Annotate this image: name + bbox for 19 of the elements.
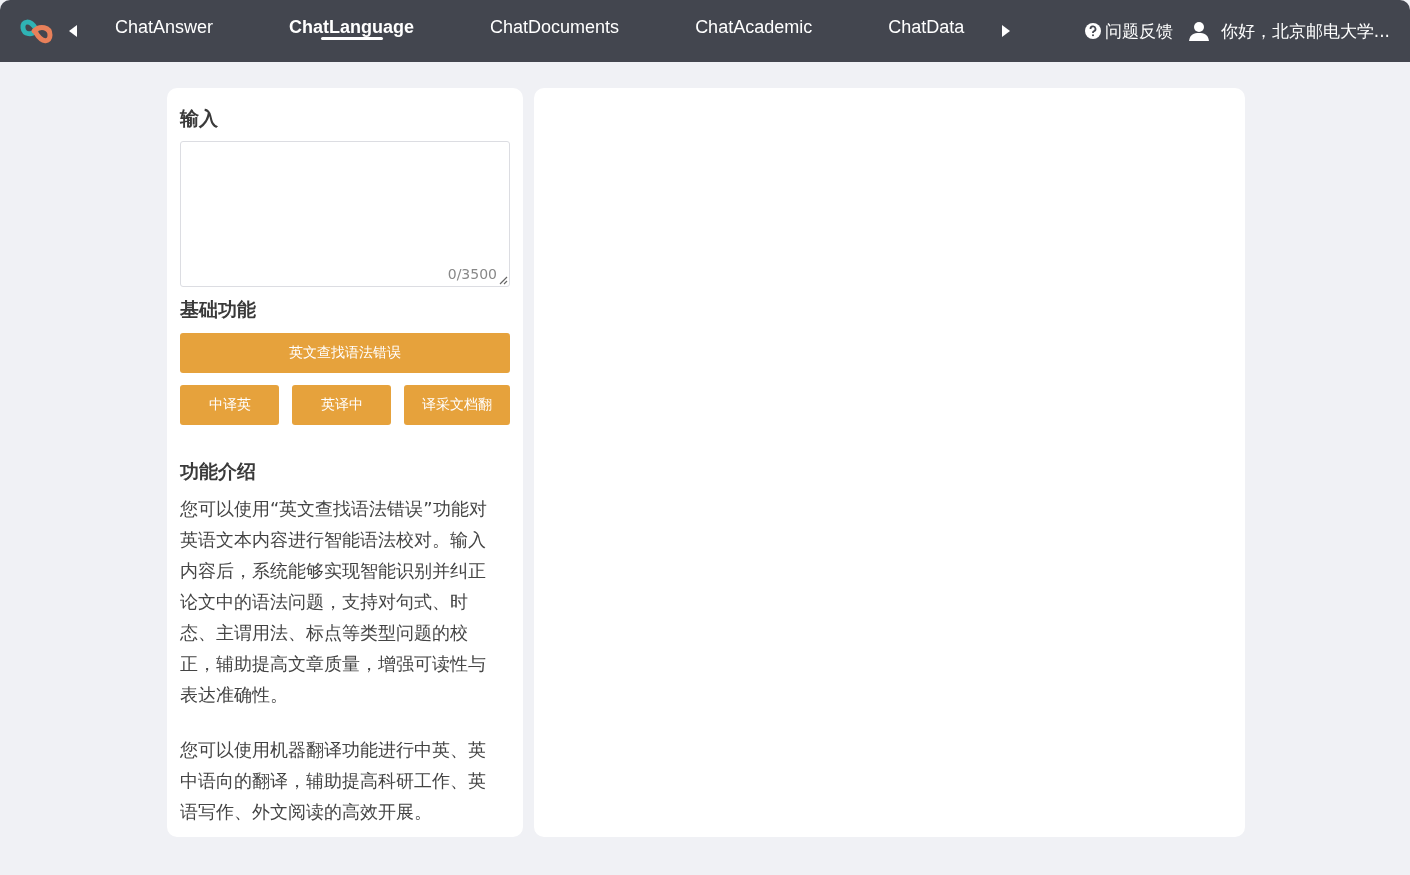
resize-handle-icon[interactable]	[499, 276, 508, 285]
nav-tab[interactable]: ChatAnswer	[115, 0, 214, 58]
text-input-field[interactable]: 0/3500	[180, 141, 510, 287]
nav-tab[interactable]: ChatData	[888, 0, 965, 58]
nav-tab[interactable]: ChatDocuments	[490, 0, 620, 58]
character-counter: 0/3500	[447, 266, 497, 282]
nav-tab[interactable]: ChatAcademic	[695, 0, 813, 58]
intro-paragraph: 您可以使用“英文查找语法错误”功能对英语文本内容进行智能语法校对。输入内容后，系统能够实现智能识别并纠正论文中的语法问题，支持对句式、时态、主谓用法、标点等类型问题的校正，辅助提高文章质量，增强可读性与表达准确性。	[180, 497, 488, 707]
nav-tab[interactable]: ChatLanguage	[289, 0, 415, 58]
input-heading: 输入	[180, 106, 219, 131]
caret-right-icon[interactable]	[1002, 25, 1011, 37]
help-icon	[1084, 23, 1101, 39]
caret-left-icon[interactable]	[69, 25, 77, 37]
basic-functions-heading: 基础功能	[180, 297, 257, 322]
intro-paragraph: 您可以使用机器翻译功能进行中英、英中语向的翻译，辅助提高科研工作、英语写作、外文阅读的高效开展。	[180, 738, 487, 824]
user-icon[interactable]	[1188, 21, 1209, 41]
user-greeting[interactable]: 你好，北京邮电大学...	[1220, 19, 1390, 43]
intro-heading: 功能介绍	[180, 459, 257, 484]
feedback-link[interactable]: 问题反馈	[1104, 19, 1173, 43]
